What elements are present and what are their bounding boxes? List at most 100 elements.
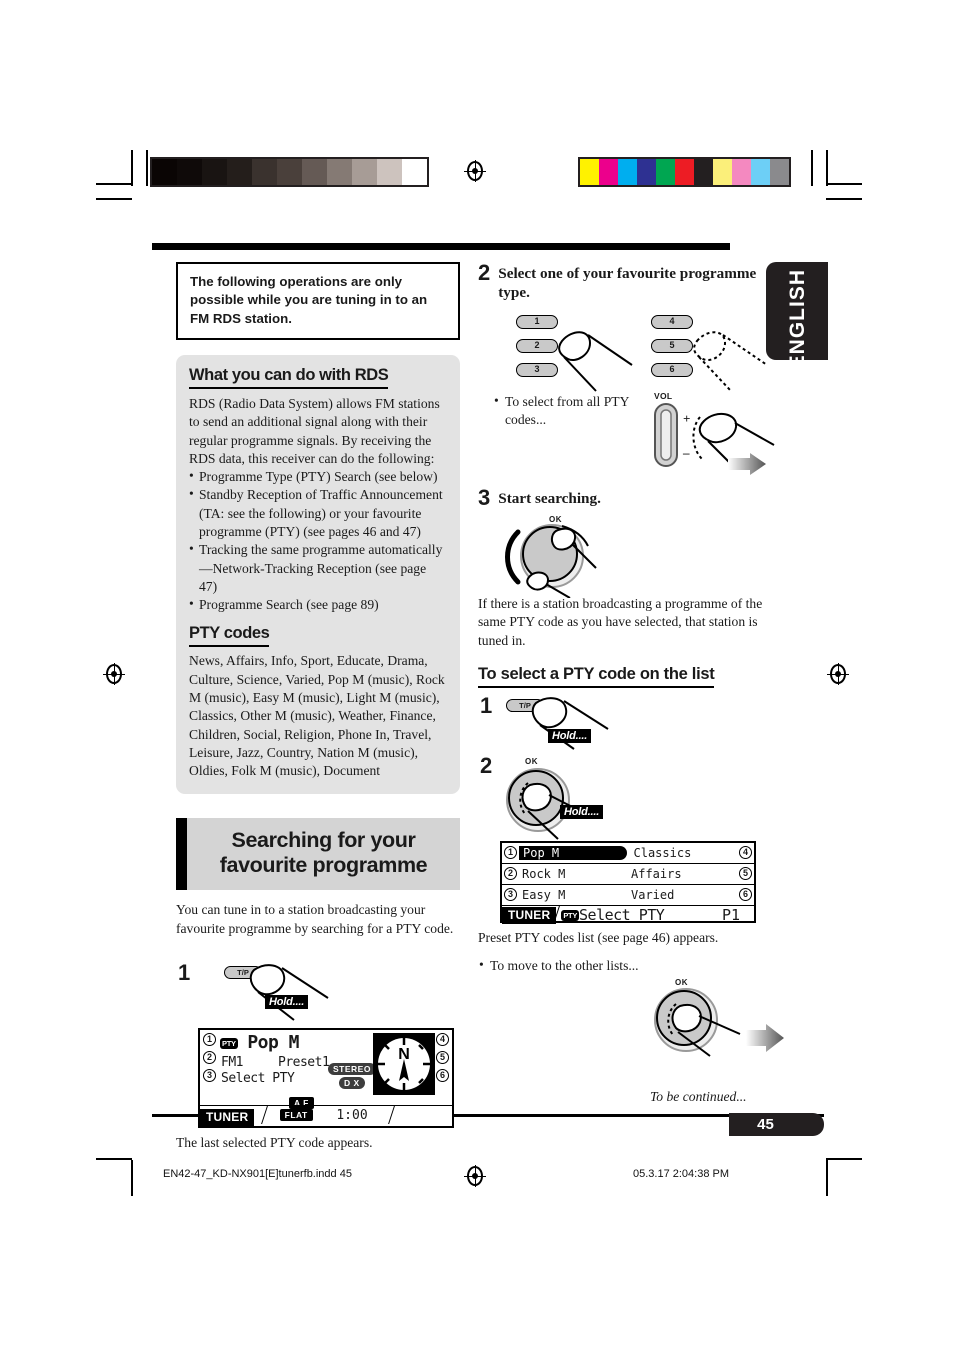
notice-text: The following operations are only possib… [190, 274, 428, 326]
pressing-finger-illustration [249, 964, 329, 1021]
preset-button-5[interactable]: 5 [651, 338, 693, 353]
calibration-swatch-10 [770, 159, 789, 185]
pty-list-left-label[interactable]: Easy M [519, 888, 628, 902]
hold-label-list-2: Hold.... [560, 804, 604, 819]
preset-button-6[interactable]: 6 [651, 362, 693, 377]
pty-list-left-number[interactable]: 3 [504, 888, 517, 902]
rds-bullet-item: Standby Reception of Traffic Announcemen… [189, 485, 446, 541]
rds-bullet-item: Programme Search (see page 89) [189, 595, 446, 614]
left-step-1-caption: The last selected PTY code appears. [176, 1134, 373, 1150]
footer-timestamp: 05.3.17 2:04:38 PM [633, 1168, 730, 1180]
rds-info-box: What you can do with RDS RDS (Radio Data… [176, 355, 460, 795]
calibration-swatch-10 [402, 159, 427, 185]
pty-list-right-number[interactable]: 6 [739, 888, 752, 902]
crop-mark-tl-h [96, 183, 132, 185]
calibration-swatch-7 [713, 159, 732, 185]
footer-file-name: EN42-47_KD-NX901[E]tunerfb.indd 45 [163, 1168, 352, 1180]
registration-mark-left [103, 663, 125, 685]
lcd-preset-1[interactable]: 1 [203, 1032, 216, 1046]
to-be-continued: To be continued... [650, 1089, 747, 1104]
calibration-swatch-5 [675, 159, 694, 185]
pty-list-left-label[interactable]: Pop M [519, 845, 627, 860]
lcd-eq-label: FLAT [279, 1108, 313, 1121]
rotary-ok-dial[interactable] [500, 522, 640, 598]
rds-intro-text: RDS (Radio Data System) allows FM statio… [189, 396, 440, 466]
rds-bullet-item: Tracking the same programme automaticall… [189, 540, 446, 596]
registration-mark-top [464, 160, 486, 182]
lcd-right-preset-numbers: 4 5 6 [436, 1032, 449, 1082]
lcd-list-status-bar: TUNER PTY Select PTY P1 [502, 906, 754, 925]
calibration-swatch-4 [252, 159, 277, 185]
crop-mark-br-h [826, 1158, 862, 1160]
color-calibration-bar [578, 157, 791, 187]
preset-button-3[interactable]: 3 [516, 362, 558, 377]
lcd-preset-5[interactable]: 5 [436, 1050, 449, 1064]
list-step-1-number: 1 [480, 692, 493, 718]
section-title-bar: Searching for your favourite programme [176, 818, 460, 891]
rds-heading: What you can do with RDS [189, 366, 389, 390]
step-2: 2 Select one of your favourite programme… [478, 262, 768, 303]
pty-list-right-label[interactable]: Classics [631, 846, 738, 860]
finger-pressing-preset-icon [558, 331, 633, 392]
pty-list-caption: Preset PTY codes list (see page 46) appe… [478, 929, 719, 945]
calibration-swatch-6 [694, 159, 713, 185]
pty-list-right-number[interactable]: 5 [739, 867, 752, 881]
calibration-swatch-1 [177, 159, 202, 185]
lcd-pty-name: Pop M [247, 1031, 300, 1053]
pty-list-right-label[interactable]: Varied [628, 888, 737, 902]
page-number: 45 [757, 1116, 774, 1133]
rotary-ok-dial-move[interactable] [640, 986, 810, 1062]
rds-bullet-item: Programme Type (PTY) Search (see below) [189, 467, 446, 486]
step-3-caption: If there is a station broadcasting a pro… [478, 595, 763, 648]
lcd-list-source-label: TUNER [502, 906, 557, 924]
lcd-preset-2[interactable]: 2 [203, 1050, 216, 1064]
pty-list-row[interactable]: 3 Easy M Varied 6 [502, 885, 754, 906]
finger-pressing-preset-dashed-icon [693, 331, 768, 392]
hold-label-list-1: Hold.... [548, 728, 592, 743]
list-step-2: 2 OK Hold.... [478, 754, 768, 841]
pty-list-left-number[interactable]: 2 [504, 867, 517, 881]
all-pty-codes-row: To select from all PTY codes... VOL + – [478, 391, 775, 485]
crop-mark-bl-h [96, 1158, 132, 1160]
step-2-text: Select one of your favourite programme t… [498, 265, 757, 302]
lcd-list-page: P1 [721, 906, 740, 925]
lcd-mode-line: Select PTY [221, 1070, 295, 1086]
notice-box: The following operations are only possib… [176, 262, 460, 341]
preset-button-2[interactable]: 2 [516, 338, 558, 353]
pty-chip-icon: PTY [220, 1037, 238, 1049]
left-step-1: 1 T/P Hold.... [176, 954, 460, 1022]
pty-list-left-label[interactable]: Rock M [519, 867, 628, 881]
section-title: Searching for your favourite programme [219, 828, 428, 878]
crop-mark-tr-h [826, 183, 862, 185]
lcd-preset-6[interactable]: 6 [436, 1068, 449, 1082]
calibration-swatch-9 [377, 159, 402, 185]
calibration-swatch-0 [580, 159, 599, 185]
pty-list-row[interactable]: 2 Rock M Affairs 5 [502, 864, 754, 885]
lcd-preset-4[interactable]: 4 [436, 1032, 449, 1046]
lcd-pty-line: PTY Pop M [220, 1031, 300, 1053]
pty-list-right-number[interactable]: 4 [739, 846, 752, 860]
pty-list-row[interactable]: 1 Pop M Classics 4 [502, 843, 754, 864]
preset-button-4[interactable]: 4 [651, 314, 693, 329]
crop-mark-bl-v [131, 1160, 133, 1196]
volume-rocker-control[interactable] [652, 402, 686, 470]
calibration-swatch-0 [152, 159, 177, 185]
preset-button-1[interactable]: 1 [516, 314, 558, 329]
rds-intro: RDS (Radio Data System) allows FM statio… [189, 395, 446, 614]
registration-mark-right [827, 663, 849, 685]
calibration-swatch-2 [618, 159, 637, 185]
crop-mark-tr-v [826, 150, 828, 186]
left-column: The following operations are only possib… [176, 262, 460, 1152]
calibration-swatch-2 [202, 159, 227, 185]
right-column: 2 Select one of your favourite programme… [478, 262, 784, 1057]
step-2-bullet: To select from all PTY codes... [493, 392, 635, 430]
pty-list-right-label[interactable]: Affairs [628, 867, 737, 881]
step-2-number: 2 [478, 260, 491, 285]
lcd-preset-3[interactable]: 3 [203, 1068, 216, 1082]
crop-mark-tl-v [131, 150, 133, 186]
move-other-lists-bullet: To move to the other lists... [478, 956, 768, 975]
crop-mark-tr2-v [811, 150, 813, 186]
pty-list-left-number[interactable]: 1 [504, 846, 517, 860]
calibration-swatch-7 [327, 159, 352, 185]
pty-list-rows: 1 Pop M Classics 4 2 Rock M Affairs 5 3 Easy M Var… [502, 843, 754, 906]
